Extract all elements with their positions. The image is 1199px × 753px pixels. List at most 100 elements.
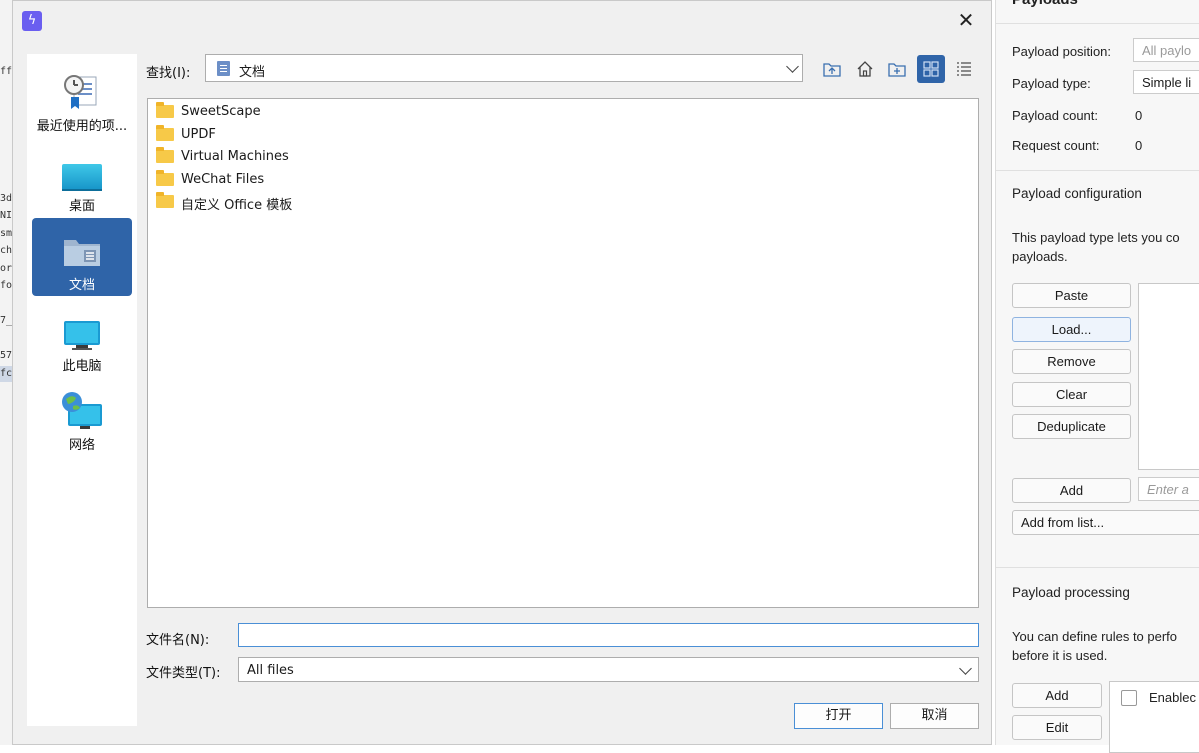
payload-list[interactable] bbox=[1138, 283, 1199, 470]
payload-count-value: 0 bbox=[1135, 108, 1143, 123]
processing-edit-button[interactable]: Edit bbox=[1012, 715, 1102, 740]
payload-count-label: Payload count: bbox=[1012, 108, 1099, 123]
clear-button[interactable]: Clear bbox=[1012, 382, 1131, 407]
background-text: ch bbox=[0, 245, 13, 256]
open-file-dialog: ϟ ✕ 最近使用的项... 桌面 文档 此电脑 网络 查找(I): 文档 Swe… bbox=[12, 0, 992, 745]
chevron-down-icon bbox=[959, 662, 972, 675]
home-button[interactable] bbox=[851, 55, 879, 83]
add-button[interactable]: Add bbox=[1012, 478, 1131, 503]
enabled-checkbox[interactable] bbox=[1121, 690, 1137, 706]
list-item[interactable]: 自定义 Office 模板 bbox=[154, 191, 454, 213]
deduplicate-button[interactable]: Deduplicate bbox=[1012, 414, 1131, 439]
place-label: 最近使用的项... bbox=[36, 119, 128, 134]
file-type-select[interactable]: All files bbox=[238, 657, 979, 682]
recent-icon bbox=[64, 75, 97, 109]
file-name: 自定义 Office 模板 bbox=[181, 198, 293, 213]
payloads-panel: Payloads Payload position: All paylo Pay… bbox=[995, 0, 1199, 753]
paste-button[interactable]: Paste bbox=[1012, 283, 1131, 308]
folder-icon bbox=[156, 102, 174, 118]
network-icon bbox=[62, 392, 102, 429]
background-text: or bbox=[0, 263, 13, 274]
file-list[interactable]: SweetScape UPDF Virtual Machines WeChat … bbox=[147, 98, 979, 608]
processing-desc: You can define rules to perfo bbox=[1012, 629, 1178, 644]
place-this-pc[interactable]: 此电脑 bbox=[32, 299, 132, 377]
desktop-icon bbox=[62, 164, 102, 191]
processing-title: Payload processing bbox=[1012, 585, 1130, 600]
places-sidebar: 最近使用的项... 桌面 文档 此电脑 网络 bbox=[27, 54, 137, 726]
config-title: Payload configuration bbox=[1012, 186, 1142, 201]
document-folder-icon bbox=[217, 61, 230, 76]
payload-position-select[interactable]: All paylo bbox=[1133, 38, 1199, 62]
cancel-button[interactable]: 取消 bbox=[890, 703, 979, 729]
folder-icon bbox=[156, 125, 174, 141]
new-folder-icon bbox=[888, 63, 906, 77]
file-name: Virtual Machines bbox=[181, 149, 289, 164]
documents-icon bbox=[64, 240, 100, 266]
file-type-value: All files bbox=[247, 663, 294, 678]
file-name: WeChat Files bbox=[181, 172, 265, 187]
background-text: 3d bbox=[0, 193, 13, 204]
config-desc: payloads. bbox=[1012, 249, 1068, 264]
folder-icon bbox=[156, 192, 174, 208]
home-icon bbox=[857, 61, 873, 77]
background-text: sm bbox=[0, 228, 13, 239]
payload-type-select[interactable]: Simple li bbox=[1133, 70, 1199, 94]
place-documents[interactable]: 文档 bbox=[32, 218, 132, 296]
list-item[interactable]: Virtual Machines bbox=[154, 146, 454, 168]
up-folder-icon bbox=[823, 63, 841, 77]
place-network[interactable]: 网络 bbox=[32, 378, 132, 456]
new-folder-button[interactable] bbox=[883, 55, 911, 83]
details-list-icon bbox=[957, 62, 971, 76]
list-item[interactable]: WeChat Files bbox=[154, 169, 454, 191]
place-desktop[interactable]: 桌面 bbox=[32, 139, 132, 217]
look-in-combo[interactable]: 文档 bbox=[205, 54, 803, 82]
request-count-value: 0 bbox=[1135, 138, 1143, 153]
look-in-label: 查找(I): bbox=[146, 66, 191, 81]
background-editor-strip: ff 3d NI sm ch or fo 7_ 57 fc bbox=[0, 0, 12, 745]
grid-view-icon bbox=[923, 61, 939, 77]
this-pc-icon bbox=[64, 321, 100, 350]
payload-type-label: Payload type: bbox=[1012, 76, 1091, 91]
background-text: 57 bbox=[0, 350, 13, 361]
background-text: fo bbox=[0, 280, 13, 291]
add-from-list-select[interactable]: Add from list... bbox=[1012, 510, 1199, 535]
open-button[interactable]: 打开 bbox=[794, 703, 883, 729]
place-label: 文档 bbox=[68, 278, 95, 293]
up-folder-button[interactable] bbox=[818, 55, 846, 83]
config-desc: This payload type lets you co bbox=[1012, 230, 1180, 245]
divider bbox=[996, 170, 1199, 171]
list-item[interactable]: UPDF bbox=[154, 124, 454, 146]
file-name-input[interactable] bbox=[238, 623, 979, 647]
background-text: ff bbox=[0, 66, 13, 77]
load-button[interactable]: Load... bbox=[1012, 317, 1131, 342]
place-label: 桌面 bbox=[68, 199, 95, 214]
panel-title: Payloads bbox=[1012, 0, 1078, 8]
list-view-button[interactable] bbox=[917, 55, 945, 83]
place-label: 网络 bbox=[68, 438, 95, 453]
enabled-header: Enablec bbox=[1149, 690, 1196, 705]
file-name-label: 文件名(N): bbox=[146, 633, 210, 648]
payload-position-label: Payload position: bbox=[1012, 44, 1112, 59]
divider bbox=[996, 567, 1199, 568]
divider bbox=[996, 23, 1199, 24]
details-view-button[interactable] bbox=[950, 55, 978, 83]
file-name: UPDF bbox=[181, 127, 216, 142]
chevron-down-icon bbox=[786, 60, 799, 73]
background-text: fc bbox=[0, 368, 13, 379]
look-in-value: 文档 bbox=[239, 65, 266, 80]
folder-icon bbox=[156, 147, 174, 163]
list-item[interactable]: SweetScape bbox=[154, 101, 454, 123]
processing-desc: before it is used. bbox=[1012, 648, 1108, 663]
background-text: NI bbox=[0, 210, 13, 221]
request-count-label: Request count: bbox=[1012, 138, 1100, 153]
place-recent[interactable]: 最近使用的项... bbox=[32, 59, 132, 137]
place-label: 此电脑 bbox=[62, 359, 102, 374]
file-type-label: 文件类型(T): bbox=[146, 666, 221, 681]
background-text: 7_ bbox=[0, 315, 13, 326]
processing-add-button[interactable]: Add bbox=[1012, 683, 1102, 708]
remove-button[interactable]: Remove bbox=[1012, 349, 1131, 374]
file-name: SweetScape bbox=[181, 104, 261, 119]
folder-icon bbox=[156, 170, 174, 186]
close-button[interactable]: ✕ bbox=[950, 6, 982, 34]
add-item-input[interactable]: Enter a bbox=[1138, 477, 1199, 501]
